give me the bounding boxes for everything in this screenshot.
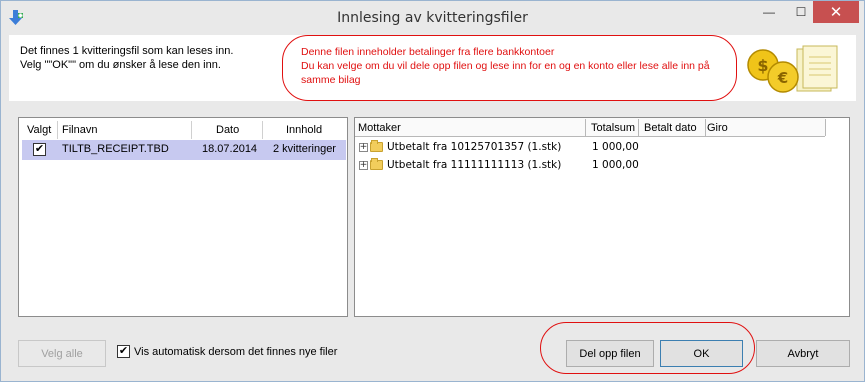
coins-document-icon: $ € (747, 45, 838, 93)
column-header-selected[interactable]: Valgt (27, 121, 51, 139)
folder-icon (370, 140, 383, 152)
column-header-date[interactable]: Dato (216, 121, 239, 139)
column-divider (191, 121, 192, 139)
tree-row[interactable]: + Utbetalt fra 10125701357 (1.stk) (359, 139, 561, 155)
import-dialog: Innlesing av kvitteringsfiler — ☐ ✕ Det … (0, 0, 865, 382)
column-header-filename[interactable]: Filnavn (62, 121, 97, 139)
tree-row[interactable]: + Utbetalt fra 11111111113 (1.stk) (359, 157, 561, 173)
column-divider (825, 119, 826, 136)
payment-detail-panel: Mottaker Totalsum Betalt dato Giro + Utb… (354, 117, 850, 317)
column-header-total[interactable]: Totalsum (591, 120, 635, 136)
info-line-1: Det finnes 1 kvitteringsfil som kan lese… (20, 45, 234, 57)
tree-row-label: Utbetalt fra 11111111113 (1.stk) (387, 159, 562, 171)
column-divider (638, 119, 639, 136)
minimize-button[interactable]: — (753, 1, 785, 23)
info-line-2: Velg ""OK"" om du ønsker å lese den inn. (20, 59, 221, 71)
svg-text:€: € (777, 69, 788, 87)
column-header-content[interactable]: Innhold (286, 121, 322, 139)
auto-show-label: Vis automatisk dersom det finnes nye fil… (134, 345, 338, 358)
title-bar[interactable]: Innlesing av kvitteringsfiler — ☐ ✕ (1, 1, 864, 35)
split-file-button[interactable]: Del opp filen (566, 340, 654, 367)
column-header-giro[interactable]: Giro (707, 120, 728, 136)
file-row[interactable]: ✔ TILTB_RECEIPT.TBD 18.07.2014 2 kvitter… (22, 140, 346, 160)
warning-message: Denne filen inneholder betalinger fra fl… (301, 45, 721, 87)
detail-header-row (355, 118, 825, 136)
svg-text:$: $ (757, 56, 768, 75)
select-all-button[interactable]: Velg alle (18, 340, 106, 367)
info-message: Det finnes 1 kvitteringsfil som kan lese… (20, 44, 233, 72)
file-content: 2 kvitteringer (273, 143, 336, 155)
info-header: Det finnes 1 kvitteringsfil som kan lese… (9, 35, 856, 101)
warning-line-1: Denne filen inneholder betalinger fra fl… (301, 46, 555, 58)
window-title: Innlesing av kvitteringsfiler (337, 10, 528, 26)
header-divider (355, 136, 825, 137)
column-divider (262, 121, 263, 139)
expand-icon[interactable]: + (359, 160, 368, 170)
warning-line-3: samme bilag (301, 74, 361, 86)
cancel-button[interactable]: Avbryt (756, 340, 850, 367)
folder-icon (370, 158, 383, 170)
file-selected-checkbox[interactable]: ✔ (33, 143, 46, 156)
column-header-recipient[interactable]: Mottaker (358, 120, 401, 136)
column-divider (585, 119, 586, 136)
column-divider (705, 119, 706, 136)
tree-row-label: Utbetalt fra 10125701357 (1.stk) (387, 141, 562, 153)
column-header-paid-date[interactable]: Betalt dato (644, 120, 697, 136)
tree-row-total: 1 000,00 (592, 141, 639, 153)
file-list-panel: Valgt Filnavn Dato Innhold ✔ TILTB_RECEI… (18, 117, 348, 317)
auto-show-checkbox[interactable]: ✔ (117, 345, 130, 358)
file-date: 18.07.2014 (202, 143, 258, 155)
warning-line-2: Du kan velge om du vil dele opp filen og… (301, 60, 710, 72)
auto-show-option[interactable]: ✔ Vis automatisk dersom det finnes nye f… (117, 345, 337, 358)
ok-button[interactable]: OK (660, 340, 743, 367)
tree-row-total: 1 000,00 (592, 159, 639, 171)
file-name: TILTB_RECEIPT.TBD (62, 143, 169, 155)
close-button[interactable]: ✕ (813, 1, 859, 23)
expand-icon[interactable]: + (359, 142, 368, 152)
column-divider (57, 121, 58, 139)
